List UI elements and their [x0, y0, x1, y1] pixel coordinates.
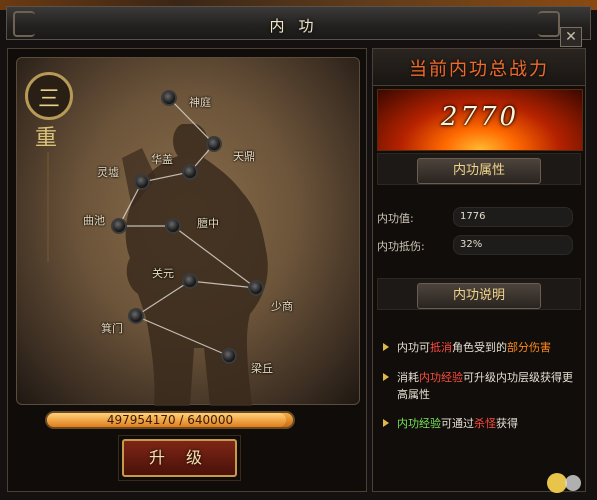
meridian-lines: [118, 97, 259, 357]
stat-value-box: 32%: [453, 235, 573, 255]
acupoint-node-shaoshang[interactable]: [248, 280, 264, 296]
acupoint-label-tianding: 天鼎: [233, 150, 255, 163]
acupoint-label-lingxu: 灵墟: [97, 166, 119, 179]
close-icon[interactable]: ✕: [560, 27, 582, 47]
upgrade-button[interactable]: 升 级: [118, 435, 241, 481]
window-title: 内功: [269, 17, 328, 35]
acupoint-label-huagai: 华盖: [151, 153, 173, 166]
meridian-map: 三 重 神庭 天鼎 华盖 灵墟 曲池 膻中 少商 关元 箕门 梁丘: [16, 57, 360, 406]
acupoint-label-shenting: 神庭: [189, 96, 211, 109]
experience-progress-bar: 497954170 / 640000: [45, 411, 295, 429]
title-bar: 内功 ✕: [6, 6, 591, 47]
game-window: 内功 ✕ 三 重 神庭 天鼎 华盖 灵墟 曲池 膻中 少商 关元 箕门 梁丘 4…: [0, 0, 597, 500]
stat-value-box: 1776: [453, 207, 573, 227]
acupoint-node-guanyuan[interactable]: [182, 273, 198, 289]
attributes-header: 内功属性: [417, 158, 541, 184]
power-title: 当前内功总战力: [409, 59, 549, 80]
acupoint-label-jimen: 箕门: [101, 322, 123, 335]
description-header: 内功说明: [417, 283, 541, 309]
power-display: 2770: [377, 89, 583, 151]
bullet-arrow-icon: [383, 419, 389, 427]
stat-label: 内功抵伤:: [377, 240, 425, 253]
stats-panel: 当前内功总战力 2770 内功属性 内功值: 1776 内功抵伤: 32% 内功…: [372, 48, 586, 492]
stat-value: 32%: [460, 239, 483, 250]
acupoint-node-liangqiu[interactable]: [221, 348, 237, 364]
acupoint-label-liangqiu: 梁丘: [251, 362, 273, 375]
stat-row-neigong-value: 内功值: 1776: [377, 207, 573, 229]
stat-value: 1776: [460, 211, 486, 222]
stat-label: 内功值:: [377, 212, 414, 225]
acupoint-label-danzhong: 膻中: [197, 217, 219, 230]
acupoint-node-tianding[interactable]: [206, 136, 222, 152]
acupoint-node-quchi[interactable]: [111, 218, 127, 234]
acupoint-node-huagai[interactable]: [182, 164, 198, 180]
bullet-arrow-icon: [383, 343, 389, 351]
meridian-panel: 三 重 神庭 天鼎 华盖 灵墟 曲池 膻中 少商 关元 箕门 梁丘 497954…: [7, 48, 367, 492]
acupoint-node-jimen[interactable]: [128, 308, 144, 324]
acupoint-label-shaoshang: 少商: [271, 300, 293, 313]
power-value: 2770: [440, 102, 520, 132]
acupoint-node-danzhong[interactable]: [165, 218, 181, 234]
site-logo: [547, 473, 581, 493]
power-header: 当前内功总战力: [373, 49, 585, 86]
acupoint-node-shenting[interactable]: [161, 90, 177, 106]
acupoint-label-guanyuan: 关元: [152, 267, 174, 280]
acupoint-label-quchi: 曲池: [83, 214, 105, 227]
stat-row-damage-reduction: 内功抵伤: 32%: [377, 235, 573, 257]
bullet-arrow-icon: [383, 373, 389, 381]
experience-progress-text: 497954170 / 640000: [106, 413, 234, 427]
acupoint-node-lingxu[interactable]: [134, 174, 150, 190]
